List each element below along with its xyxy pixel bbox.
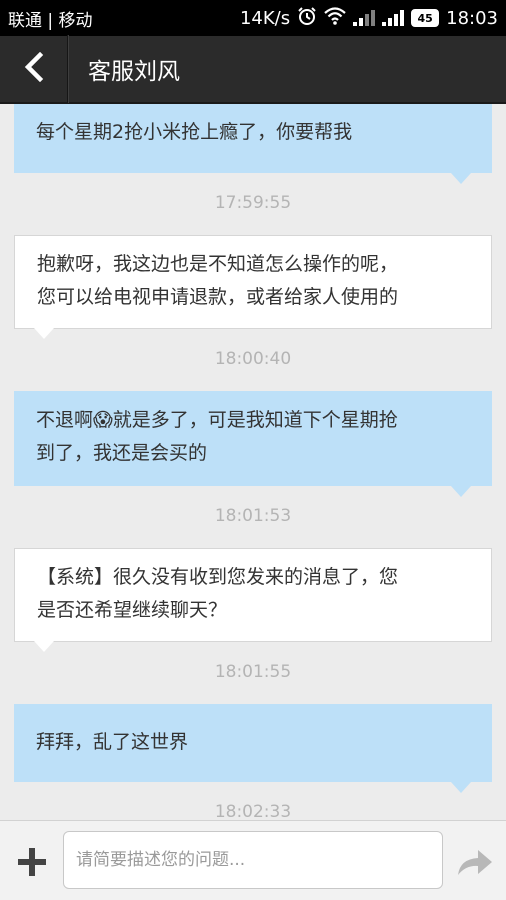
bubble-tail bbox=[451, 486, 471, 497]
status-bar: 联通 | 移动 14K/s 45 18:03 bbox=[0, 0, 506, 36]
message-text-line-2: 您可以给电视申请退款，或者给家人使用的 bbox=[37, 286, 399, 308]
network-speed: 14K/s bbox=[239, 7, 291, 29]
battery-icon: 45 bbox=[411, 9, 440, 27]
message-text-line-1: 抱歉呀，我这边也是不知道怎么操作的呢， bbox=[37, 253, 399, 275]
message-text: 拜拜，乱了这世界 bbox=[36, 731, 189, 753]
send-arrow-icon bbox=[456, 850, 494, 881]
bubble-tail bbox=[34, 328, 54, 339]
message-bubble-outgoing[interactable]: 拜拜，乱了这世界 bbox=[14, 704, 492, 782]
send-button[interactable] bbox=[456, 847, 494, 877]
message-text-line-1: 不退啊😱就是多了，可是我知道下个星期抢 bbox=[36, 409, 398, 431]
message-bubble-incoming[interactable]: 【系统】很久没有收到您发来的消息了，您 是否还希望继续聊天？ bbox=[14, 548, 492, 642]
message-timestamp: 18:00:40 bbox=[214, 349, 292, 369]
message-timestamp: 18:01:55 bbox=[214, 662, 292, 682]
chevron-left-icon bbox=[23, 51, 45, 86]
message-input[interactable] bbox=[63, 831, 443, 889]
message-text-line-1: 【系统】很久没有收到您发来的消息了，您 bbox=[37, 566, 399, 588]
message-text-line-2: 是否还希望继续聊天？ bbox=[37, 599, 228, 621]
plus-icon bbox=[16, 848, 48, 881]
message-bubble-outgoing[interactable]: 不退啊😱就是多了，可是我知道下个星期抢 到了，我还是会买的 bbox=[14, 391, 492, 486]
back-button[interactable] bbox=[0, 35, 68, 103]
message-timestamp: 17:59:55 bbox=[214, 193, 292, 213]
message-bubble-outgoing[interactable]: 每个星期2抢小米抢上瘾了，你要帮我 bbox=[14, 104, 492, 173]
bubble-tail bbox=[451, 782, 471, 793]
add-button[interactable] bbox=[16, 847, 48, 877]
wifi-icon bbox=[324, 6, 346, 30]
alarm-icon bbox=[297, 6, 317, 31]
bubble-tail bbox=[451, 173, 471, 184]
message-text: 每个星期2抢小米抢上瘾了，你要帮我 bbox=[36, 121, 353, 143]
message-text-line-2: 到了，我还是会买的 bbox=[36, 442, 208, 464]
input-bar bbox=[0, 820, 506, 900]
title-bar: 客服刘风 bbox=[0, 35, 506, 104]
bubble-tail bbox=[34, 641, 54, 652]
message-timestamp: 18:01:53 bbox=[214, 506, 292, 526]
clock: 18:03 bbox=[446, 7, 498, 29]
carrier-label: 联通 | 移动 bbox=[8, 10, 93, 31]
chat-area[interactable]: 每个星期2抢小米抢上瘾了，你要帮我 17:59:55 抱歉呀，我这边也是不知道怎… bbox=[0, 104, 506, 820]
message-bubble-incoming[interactable]: 抱歉呀，我这边也是不知道怎么操作的呢， 您可以给电视申请退款，或者给家人使用的 bbox=[14, 235, 492, 329]
signal-icon-1 bbox=[353, 10, 376, 26]
signal-icon-2 bbox=[382, 10, 405, 26]
page-title: 客服刘风 bbox=[88, 59, 180, 85]
message-timestamp: 18:02:33 bbox=[214, 802, 292, 820]
